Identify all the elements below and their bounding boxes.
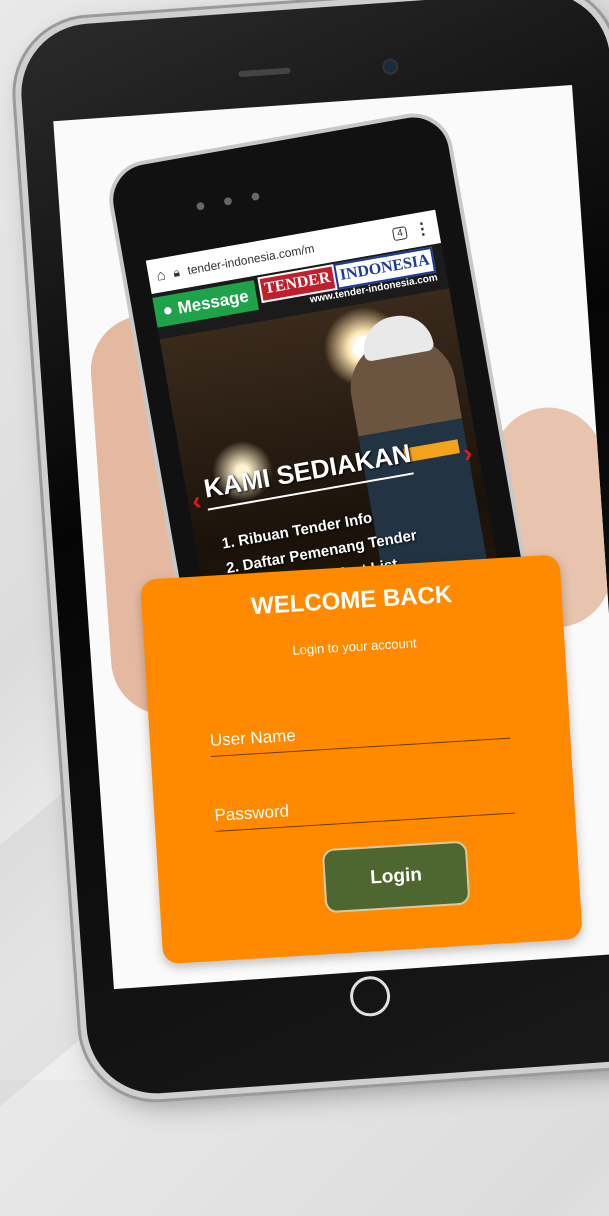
front-camera — [381, 58, 399, 76]
welcome-title: WELCOME BACK — [250, 580, 453, 621]
tab-count-icon: 4 — [392, 225, 408, 241]
login-subtitle: Login to your account — [291, 635, 417, 658]
password-input[interactable] — [213, 782, 515, 832]
username-input[interactable] — [209, 707, 511, 757]
chat-icon: ● — [161, 299, 175, 321]
message-label: Message — [176, 286, 251, 318]
chevron-left-icon: ‹ — [189, 484, 204, 516]
home-button[interactable] — [348, 974, 392, 1018]
menu-dots-icon: ⋮ — [413, 219, 432, 240]
home-icon: ⌂ — [155, 266, 167, 285]
login-button[interactable]: Login — [321, 840, 471, 914]
earpiece — [238, 67, 291, 78]
inner-phone-camera: ● ● ● — [193, 183, 269, 217]
login-card: WELCOME BACK Login to your account Login — [140, 554, 583, 965]
lock-icon: 🔒︎ — [172, 264, 181, 280]
